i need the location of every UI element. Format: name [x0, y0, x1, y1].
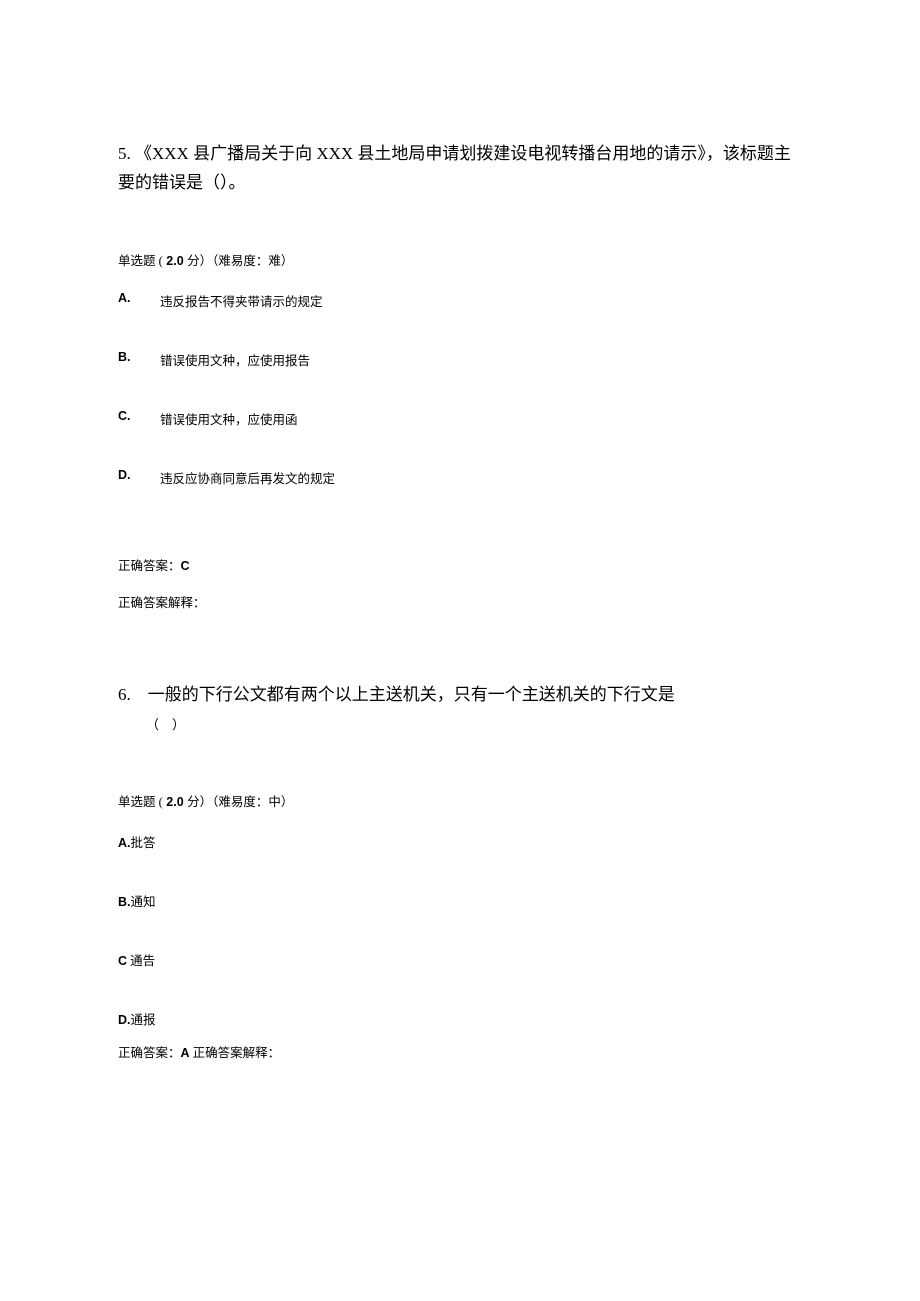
question-6-paren: （ ） — [146, 717, 185, 732]
q1-option-b: B. 错误使用文种，应使用报告 — [118, 350, 802, 369]
question-5-title: 5. 《XXX 县广播局关于向 XXX 县土地局申请划拨建设电视转播台用地的请示… — [118, 140, 802, 198]
explain-label: 正确答案解释： — [118, 596, 206, 610]
question-5: 5. 《XXX 县广播局关于向 XXX 县土地局申请划拨建设电视转播台用地的请示… — [118, 140, 802, 611]
answer-value: C — [181, 559, 190, 573]
option-letter-d: D. — [118, 1013, 131, 1027]
option-text-b: 错误使用文种，应使用报告 — [160, 350, 310, 369]
q1-option-c: C. 错误使用文种，应使用函 — [118, 409, 802, 428]
q1-explain: 正确答案解释： — [118, 592, 802, 611]
option-letter-a: A. — [118, 836, 131, 850]
option-text-b: 通知 — [131, 895, 156, 909]
question-6: 6. 一般的下行公文都有两个以上主送机关，只有一个主送机关的下行文是 （ ） 单… — [118, 681, 802, 1061]
option-text-a: 批答 — [131, 836, 156, 850]
meta-suffix: 分）（难易度：中） — [187, 795, 293, 809]
option-text-d: 违反应协商同意后再发文的规定 — [160, 468, 335, 487]
question-6-title: 6. 一般的下行公文都有两个以上主送机关，只有一个主送机关的下行文是 （ ） — [118, 681, 802, 739]
option-letter-c: C — [118, 954, 127, 968]
option-text-c: 错误使用文种，应使用函 — [160, 409, 298, 428]
answer-value: A — [181, 1046, 190, 1060]
option-text-d: 通报 — [131, 1013, 156, 1027]
question-5-number: 5. — [118, 144, 131, 163]
question-5-text: 《XXX 县广播局关于向 XXX 县土地局申请划拨建设电视转播台用地的请示》，该… — [118, 144, 791, 192]
option-letter-b: B. — [118, 350, 160, 369]
option-letter-b: B. — [118, 895, 131, 909]
option-text-a: 违反报告不得夹带请示的规定 — [160, 291, 323, 310]
q2-option-c: C 通告 — [118, 950, 802, 969]
question-6-meta: 单选题 ( 2.0 分）（难易度：中） — [118, 791, 802, 810]
option-letter-d: D. — [118, 468, 160, 487]
option-text-c: 通告 — [127, 954, 155, 968]
meta-points: 2.0 — [163, 795, 187, 809]
explain-label: 正确答案解释： — [190, 1046, 281, 1060]
q1-option-d: D. 违反应协商同意后再发文的规定 — [118, 468, 802, 487]
question-6-text: 一般的下行公文都有两个以上主送机关，只有一个主送机关的下行文是 — [148, 685, 675, 704]
q1-answer: 正确答案：C — [118, 555, 802, 574]
option-letter-c: C. — [118, 409, 160, 428]
meta-prefix: 单选题 ( — [118, 795, 163, 809]
meta-suffix: 分）（难易度：难） — [187, 254, 293, 268]
q2-option-d: D.通报 — [118, 1009, 802, 1028]
answer-label: 正确答案： — [118, 559, 181, 573]
answer-label: 正确答案： — [118, 1046, 181, 1060]
meta-points: 2.0 — [163, 254, 187, 268]
q1-option-a: A. 违反报告不得夹带请示的规定 — [118, 291, 802, 310]
question-6-number: 6. — [118, 681, 131, 710]
q2-answer: 正确答案：A 正确答案解释： — [118, 1042, 802, 1061]
q2-option-a: A.批答 — [118, 832, 802, 851]
question-5-meta: 单选题 ( 2.0 分）（难易度：难） — [118, 250, 802, 269]
option-letter-a: A. — [118, 291, 160, 310]
q2-option-b: B.通知 — [118, 891, 802, 910]
meta-prefix: 单选题 ( — [118, 254, 163, 268]
